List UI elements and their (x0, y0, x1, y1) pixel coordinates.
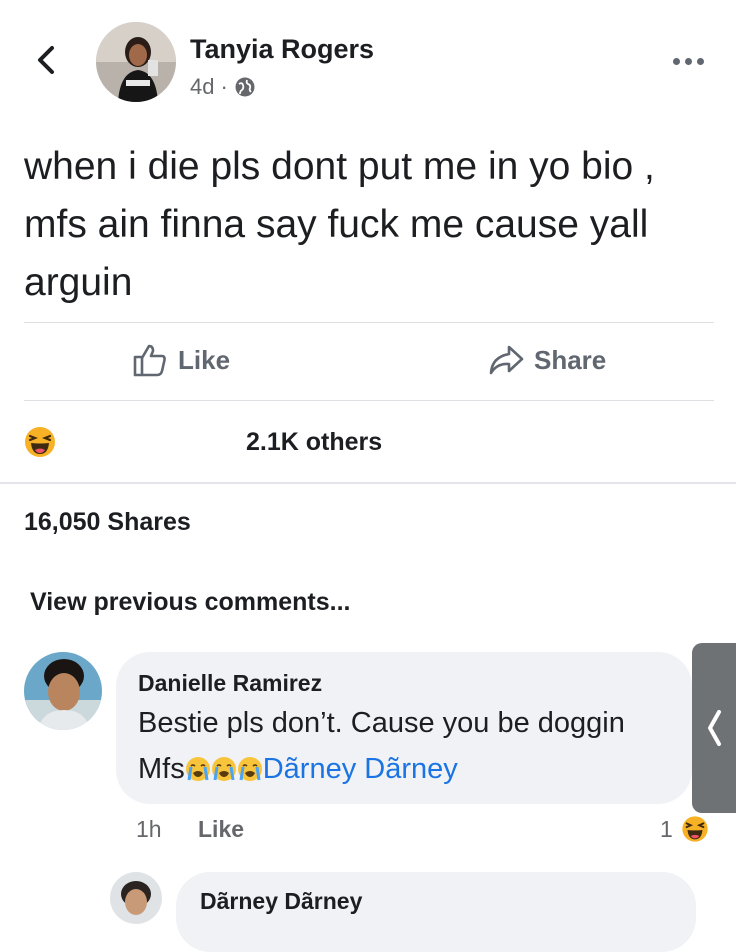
like-button[interactable]: Like (132, 342, 230, 378)
comment-reaction-count[interactable]: 1 (660, 816, 673, 843)
comment-author[interactable]: Danielle Ramirez (138, 670, 322, 697)
chevron-left-icon (708, 710, 721, 746)
comment-time[interactable]: 1h (136, 816, 162, 843)
author-avatar[interactable] (96, 22, 176, 102)
author-name[interactable]: Tanyia Rogers (190, 34, 374, 65)
mention-link[interactable]: Dãrney Dãrney (263, 753, 458, 785)
haha-reaction-icon[interactable] (24, 426, 56, 463)
share-arrow-icon (489, 345, 524, 375)
globe-icon (235, 77, 255, 97)
crying-face-emoji (237, 757, 262, 781)
divider (24, 400, 714, 401)
more-dot-icon (672, 57, 680, 65)
haha-reaction-icon[interactable] (680, 814, 710, 849)
meta-separator: · (220, 74, 228, 99)
crying-face-emoji (185, 757, 210, 781)
share-label: Share (534, 344, 607, 375)
shares-count[interactable]: 16,050 Shares (24, 508, 191, 537)
comment-text-line2: Mfs Dãrney Dãrney (138, 746, 698, 792)
back-button[interactable] (28, 40, 64, 80)
comment-text-prefix: Mfs (138, 753, 185, 785)
thumbs-up-icon (133, 344, 166, 377)
reply-avatar[interactable] (110, 872, 162, 924)
reaction-summary[interactable]: 2.1K others (246, 428, 382, 457)
comment-text: Bestie pls don’t. Cause you be doggin Mf… (138, 700, 698, 792)
view-previous-comments[interactable]: View previous comments... (30, 588, 350, 617)
comment-like-button[interactable]: Like (198, 816, 244, 843)
side-panel-handle[interactable] (692, 643, 736, 813)
post-text: when i die pls dont put me in yo bio , m… (24, 145, 655, 304)
more-dot-icon (696, 57, 704, 65)
post-time[interactable]: 4d (190, 74, 214, 100)
reply-author[interactable]: Dãrney Dãrney (200, 888, 362, 915)
commenter-avatar[interactable] (24, 652, 102, 730)
share-button[interactable]: Share (488, 342, 606, 378)
chevron-left-icon (38, 46, 54, 74)
more-dot-icon (684, 57, 692, 65)
post-meta: 4d · (190, 74, 256, 100)
divider (24, 322, 714, 323)
comment-text-line1: Bestie pls don’t. Cause you be doggin (138, 707, 625, 739)
more-options-button[interactable] (666, 52, 710, 70)
section-divider (0, 482, 736, 484)
like-label: Like (178, 344, 231, 375)
crying-face-emoji (211, 757, 236, 781)
